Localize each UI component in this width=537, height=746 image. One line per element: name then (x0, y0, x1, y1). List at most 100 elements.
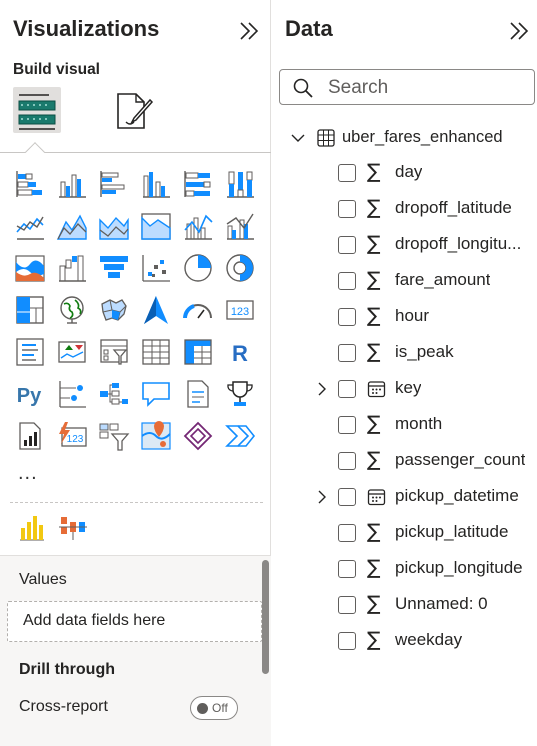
custom-column-chart-icon[interactable] (18, 514, 46, 542)
field-item[interactable]: pickup_datetime (272, 482, 537, 512)
ribbon-chart-icon[interactable] (14, 252, 46, 284)
line-chart-icon[interactable] (14, 210, 46, 242)
field-item[interactable]: ∑ passenger_count (272, 446, 537, 476)
field-checkbox[interactable] (338, 164, 356, 182)
custom-orange-visual-icon[interactable] (58, 514, 88, 542)
multi-row-card-icon[interactable] (14, 336, 46, 368)
power-automate-icon[interactable] (182, 420, 214, 452)
table-visual-icon[interactable] (140, 336, 172, 368)
field-checkbox[interactable] (338, 236, 356, 254)
100-stacked-bar-icon[interactable] (182, 168, 214, 200)
treemap-icon[interactable] (14, 294, 46, 326)
arcgis-map-icon[interactable] (140, 420, 172, 452)
build-visual-label: Build visual (13, 61, 100, 78)
field-item[interactable]: ∑ dropoff_latitude (272, 194, 537, 224)
power-apps-icon[interactable]: 123 (56, 420, 88, 452)
clustered-column-chart-icon[interactable] (140, 168, 172, 200)
stacked-bar-chart-icon[interactable] (14, 168, 46, 200)
slicer-icon[interactable] (98, 336, 130, 368)
cross-report-label: Cross-report (19, 698, 108, 715)
format-paintbrush-icon (117, 93, 154, 129)
card-icon[interactable]: 123 (224, 294, 256, 326)
chevron-right-icon[interactable] (313, 488, 331, 506)
stacked-area-chart-icon[interactable] (98, 210, 130, 242)
key-influencers-icon[interactable] (56, 378, 88, 410)
field-checkbox[interactable] (338, 272, 356, 290)
values-well-label: Values (19, 571, 67, 588)
field-item[interactable]: ∑ month (272, 410, 537, 440)
map-icon[interactable] (56, 294, 88, 326)
search-input[interactable] (328, 76, 528, 100)
paginated-report-icon[interactable] (14, 420, 46, 452)
field-item[interactable]: ∑ dropoff_longitu... (272, 230, 537, 260)
field-item[interactable]: ∑ weekday (272, 626, 537, 656)
field-checkbox[interactable] (338, 452, 356, 470)
power-automate-flow-icon[interactable] (224, 420, 256, 452)
format-visual-tab[interactable] (112, 90, 156, 132)
chevron-right-icon[interactable] (313, 380, 331, 398)
field-item[interactable]: key (272, 374, 537, 404)
data-pane: Data uber_fares_enhanced ∑ day ∑ dropoff_la… (272, 0, 537, 746)
funnel-chart-icon[interactable] (98, 252, 130, 284)
build-visual-tab[interactable] (13, 87, 61, 133)
sigma-icon: ∑ (367, 519, 381, 543)
line-stacked-column-icon[interactable] (182, 210, 214, 242)
more-visuals-button[interactable]: ... (18, 462, 38, 485)
field-item[interactable]: ∑ pickup_longitude (272, 554, 537, 584)
wells-scrollbar[interactable] (262, 560, 269, 674)
visualizations-pane: Visualizations Build visual 123 R Py 123… (0, 0, 271, 746)
kpi-icon[interactable] (56, 336, 88, 368)
clustered-bar-chart-icon[interactable] (56, 168, 88, 200)
field-name: fare_amount (395, 270, 491, 289)
field-item[interactable]: ∑ is_peak (272, 338, 537, 368)
python-visual-icon[interactable]: Py (14, 378, 46, 410)
field-item[interactable]: ∑ pickup_latitude (272, 518, 537, 548)
calendar-icon (367, 380, 386, 398)
matrix-icon[interactable] (182, 336, 214, 368)
decomposition-tree-icon[interactable] (98, 378, 130, 410)
scatter-chart-icon[interactable] (140, 252, 172, 284)
field-item[interactable]: ∑ Unnamed: 0 (272, 590, 537, 620)
field-checkbox[interactable] (338, 416, 356, 434)
metrics-icon[interactable] (224, 378, 256, 410)
sigma-icon: ∑ (367, 195, 381, 219)
field-item[interactable]: ∑ day (272, 158, 537, 188)
search-box (279, 69, 535, 105)
100-stacked-area-icon[interactable] (140, 210, 172, 242)
clustered-bar-horizontal-icon[interactable] (98, 168, 130, 200)
drill-through-label: Drill through (19, 661, 115, 678)
smart-narrative-icon[interactable] (182, 378, 214, 410)
chevron-down-icon[interactable] (288, 128, 308, 148)
collapse-data-icon[interactable] (508, 20, 530, 42)
azure-map-icon[interactable] (140, 294, 172, 326)
area-chart-icon[interactable] (56, 210, 88, 242)
field-checkbox[interactable] (338, 380, 356, 398)
collapse-visualizations-icon[interactable] (238, 20, 260, 42)
waterfall-chart-icon[interactable] (56, 252, 88, 284)
pie-chart-icon[interactable] (182, 252, 214, 284)
field-item[interactable]: ∑ hour (272, 302, 537, 332)
r-visual-icon[interactable]: R (224, 336, 256, 368)
button-slicer-icon[interactable] (98, 420, 130, 452)
100-stacked-column-icon[interactable] (224, 168, 256, 200)
sigma-icon: ∑ (367, 411, 381, 435)
field-checkbox[interactable] (338, 596, 356, 614)
field-checkbox[interactable] (338, 488, 356, 506)
field-name: pickup_datetime (395, 486, 519, 505)
field-checkbox[interactable] (338, 632, 356, 650)
field-checkbox[interactable] (338, 344, 356, 362)
filled-map-icon[interactable] (98, 294, 130, 326)
line-clustered-column-icon[interactable] (224, 210, 256, 242)
field-checkbox[interactable] (338, 200, 356, 218)
svg-text:123: 123 (67, 434, 84, 445)
qa-icon[interactable] (140, 378, 172, 410)
sigma-icon: ∑ (367, 267, 381, 291)
field-item[interactable]: ∑ fare_amount (272, 266, 537, 296)
donut-chart-icon[interactable] (224, 252, 256, 284)
field-checkbox[interactable] (338, 524, 356, 542)
field-checkbox[interactable] (338, 560, 356, 578)
values-drop-zone[interactable]: Add data fields here (7, 601, 262, 642)
cross-report-toggle[interactable]: Off (190, 696, 238, 720)
field-checkbox[interactable] (338, 308, 356, 326)
gauge-icon[interactable] (182, 294, 214, 326)
